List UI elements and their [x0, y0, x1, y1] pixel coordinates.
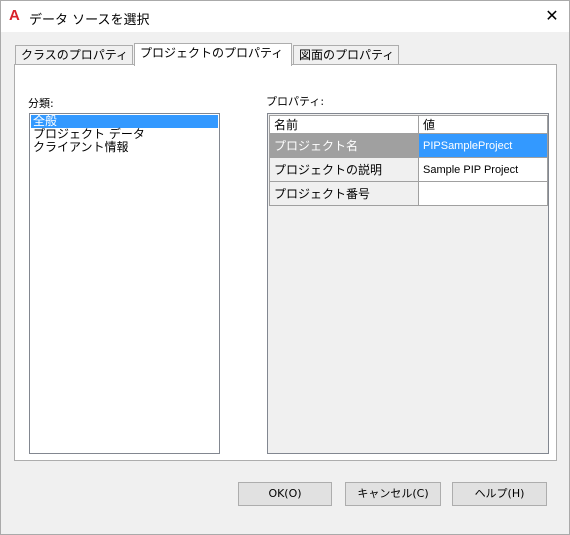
cancel-button[interactable]: キャンセル(C): [345, 482, 441, 506]
properties-grid: 名前 値 プロジェクト名 PIPSampleProject プロジェクトの説明 …: [267, 113, 549, 454]
title-bar: A データ ソースを選択 ✕: [1, 1, 569, 32]
property-value[interactable]: [418, 181, 548, 206]
help-button[interactable]: ヘルプ(H): [452, 482, 547, 506]
table-row[interactable]: プロジェクト番号: [269, 181, 548, 206]
category-item-client-info[interactable]: クライアント情報: [31, 141, 218, 154]
category-listbox[interactable]: 全般 プロジェクト データ クライアント情報: [29, 113, 220, 454]
properties-label: プロパティ:: [266, 95, 325, 108]
tab-class-properties[interactable]: クラスのプロパティ: [15, 45, 133, 65]
tab-project-properties[interactable]: プロジェクトのプロパティ: [134, 43, 292, 66]
autocad-app-icon: A: [9, 7, 20, 24]
tab-drawing-properties[interactable]: 図面のプロパティ: [293, 45, 399, 65]
ok-button[interactable]: OK(O): [238, 482, 332, 506]
category-label: 分類:: [28, 97, 54, 110]
property-name[interactable]: プロジェクト番号: [269, 181, 419, 206]
column-header-value: 値: [418, 115, 548, 134]
table-header-row: 名前 値: [269, 115, 548, 134]
property-name[interactable]: プロジェクトの説明: [269, 157, 419, 182]
close-icon[interactable]: ✕: [535, 1, 569, 31]
table-row[interactable]: プロジェクト名 PIPSampleProject: [269, 133, 548, 158]
properties-table: 名前 値 プロジェクト名 PIPSampleProject プロジェクトの説明 …: [269, 115, 548, 206]
property-value[interactable]: Sample PIP Project: [418, 157, 548, 182]
column-header-name: 名前: [269, 115, 419, 134]
dialog-window: A データ ソースを選択 ✕ クラスのプロパティ プロジェクトのプロパティ 図面…: [0, 0, 570, 535]
property-value[interactable]: PIPSampleProject: [418, 133, 548, 158]
dialog-title: データ ソースを選択: [29, 13, 150, 28]
table-row[interactable]: プロジェクトの説明 Sample PIP Project: [269, 157, 548, 182]
tab-panel-project-properties: 分類: 全般 プロジェクト データ クライアント情報 プロパティ: 名前 値 プ…: [14, 64, 557, 461]
property-name[interactable]: プロジェクト名: [269, 133, 419, 158]
